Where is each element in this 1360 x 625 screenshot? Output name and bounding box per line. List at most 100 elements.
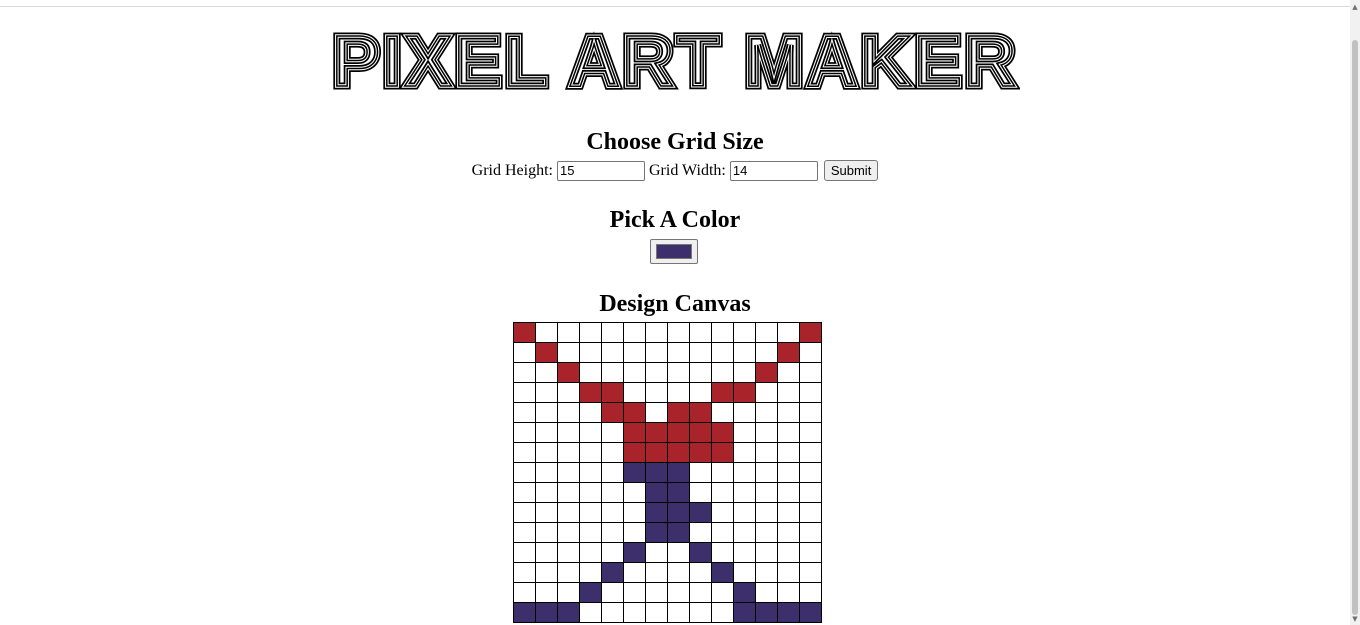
pixel-cell[interactable] (579, 462, 602, 483)
pixel-cell[interactable] (579, 322, 602, 343)
pixel-cell[interactable] (513, 582, 536, 603)
pixel-cell[interactable] (689, 402, 712, 423)
pixel-cell[interactable] (579, 362, 602, 383)
pixel-cell[interactable] (667, 362, 690, 383)
pixel-cell[interactable] (733, 502, 756, 523)
pixel-cell[interactable] (667, 582, 690, 603)
pixel-cell[interactable] (579, 422, 602, 443)
pixel-cell[interactable] (645, 442, 668, 463)
pixel-cell[interactable] (645, 402, 668, 423)
pixel-cell[interactable] (645, 502, 668, 523)
pixel-cell[interactable] (557, 522, 580, 543)
pixel-cell[interactable] (755, 362, 778, 383)
pixel-cell[interactable] (667, 382, 690, 403)
pixel-cell[interactable] (579, 502, 602, 523)
pixel-cell[interactable] (601, 402, 624, 423)
pixel-cell[interactable] (733, 402, 756, 423)
pixel-cell[interactable] (535, 402, 558, 423)
pixel-cell[interactable] (535, 562, 558, 583)
pixel-cell[interactable] (579, 602, 602, 623)
pixel-cell[interactable] (645, 422, 668, 443)
pixel-cell[interactable] (755, 602, 778, 623)
pixel-cell[interactable] (733, 562, 756, 583)
pixel-cell[interactable] (535, 362, 558, 383)
pixel-cell[interactable] (777, 422, 800, 443)
pixel-cell[interactable] (733, 482, 756, 503)
pixel-cell[interactable] (667, 482, 690, 503)
pixel-cell[interactable] (535, 322, 558, 343)
pixel-cell[interactable] (755, 562, 778, 583)
pixel-cell[interactable] (623, 542, 646, 563)
pixel-cell[interactable] (623, 462, 646, 483)
pixel-cell[interactable] (623, 582, 646, 603)
pixel-cell[interactable] (535, 542, 558, 563)
pixel-cell[interactable] (557, 482, 580, 503)
pixel-cell[interactable] (755, 522, 778, 543)
pixel-cell[interactable] (579, 542, 602, 563)
pixel-cell[interactable] (755, 342, 778, 363)
pixel-cell[interactable] (557, 502, 580, 523)
pixel-cell[interactable] (645, 382, 668, 403)
pixel-cell[interactable] (513, 462, 536, 483)
grid-height-input[interactable] (557, 160, 645, 181)
pixel-cell[interactable] (733, 462, 756, 483)
pixel-cell[interactable] (733, 582, 756, 603)
pixel-cell[interactable] (557, 342, 580, 363)
pixel-cell[interactable] (667, 342, 690, 363)
pixel-cell[interactable] (557, 322, 580, 343)
pixel-cell[interactable] (777, 562, 800, 583)
pixel-cell[interactable] (711, 522, 734, 543)
pixel-cell[interactable] (777, 482, 800, 503)
pixel-cell[interactable] (579, 582, 602, 603)
pixel-cell[interactable] (623, 482, 646, 503)
pixel-cell[interactable] (667, 402, 690, 423)
pixel-cell[interactable] (535, 502, 558, 523)
pixel-cell[interactable] (579, 402, 602, 423)
pixel-cell[interactable] (601, 462, 624, 483)
pixel-cell[interactable] (579, 522, 602, 543)
pixel-cell[interactable] (601, 562, 624, 583)
pixel-cell[interactable] (733, 442, 756, 463)
pixel-cell[interactable] (711, 462, 734, 483)
pixel-cell[interactable] (799, 382, 822, 403)
pixel-cell[interactable] (579, 482, 602, 503)
pixel-cell[interactable] (601, 362, 624, 383)
pixel-cell[interactable] (623, 322, 646, 343)
pixel-cell[interactable] (755, 582, 778, 603)
pixel-cell[interactable] (733, 602, 756, 623)
pixel-cell[interactable] (557, 562, 580, 583)
pixel-cell[interactable] (513, 322, 536, 343)
vertical-scrollbar[interactable]: ▲ ▼ (1350, 0, 1360, 625)
pixel-cell[interactable] (601, 482, 624, 503)
pixel-cell[interactable] (711, 482, 734, 503)
pixel-cell[interactable] (711, 602, 734, 623)
pixel-cell[interactable] (799, 602, 822, 623)
pixel-cell[interactable] (645, 602, 668, 623)
pixel-cell[interactable] (645, 342, 668, 363)
pixel-cell[interactable] (601, 522, 624, 543)
pixel-cell[interactable] (557, 462, 580, 483)
pixel-cell[interactable] (667, 522, 690, 543)
pixel-cell[interactable] (777, 382, 800, 403)
pixel-cell[interactable] (667, 602, 690, 623)
pixel-cell[interactable] (755, 542, 778, 563)
pixel-cell[interactable] (777, 322, 800, 343)
pixel-cell[interactable] (513, 382, 536, 403)
pixel-cell[interactable] (733, 542, 756, 563)
pixel-cell[interactable] (777, 602, 800, 623)
pixel-cell[interactable] (645, 562, 668, 583)
pixel-cell[interactable] (799, 442, 822, 463)
pixel-cell[interactable] (755, 502, 778, 523)
pixel-cell[interactable] (645, 522, 668, 543)
pixel-cell[interactable] (689, 362, 712, 383)
pixel-cell[interactable] (777, 442, 800, 463)
pixel-cell[interactable] (557, 582, 580, 603)
pixel-cell[interactable] (535, 522, 558, 543)
pixel-cell[interactable] (579, 342, 602, 363)
pixel-cell[interactable] (711, 502, 734, 523)
pixel-cell[interactable] (579, 382, 602, 403)
pixel-cell[interactable] (513, 422, 536, 443)
pixel-cell[interactable] (711, 582, 734, 603)
pixel-cell[interactable] (689, 482, 712, 503)
color-picker[interactable] (650, 239, 698, 264)
